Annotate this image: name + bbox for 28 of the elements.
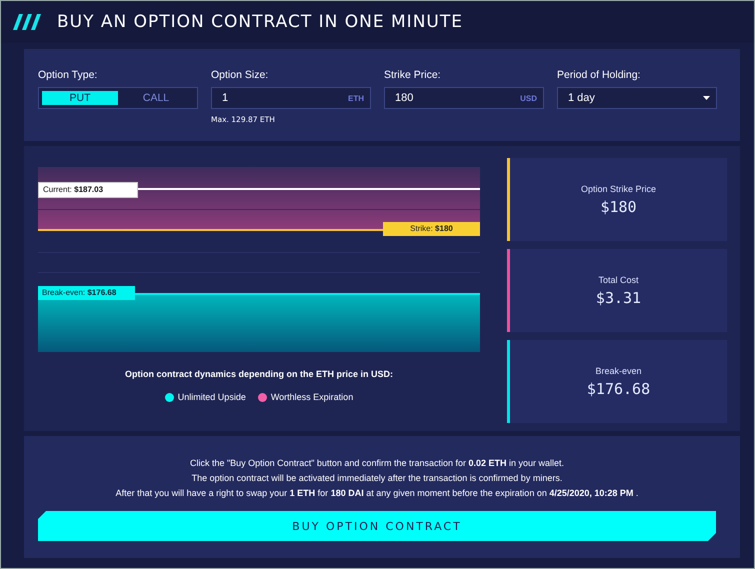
period-dropdown[interactable]: 1 day: [557, 87, 717, 109]
page-title: BUY AN OPTION CONTRACT IN ONE MINUTE: [57, 12, 463, 32]
break-even-tag: Break-even: $176.68: [38, 286, 135, 300]
option-type-button[interactable]: PUT: [42, 91, 118, 105]
legend-label: Worthless Expiration: [270, 392, 354, 402]
card-value: $176.68: [586, 380, 650, 398]
instruction-text: The option contract will be activated immediately after the transaction is confirmed by miners.: [192, 472, 562, 485]
current-price-tag: Current: $187.03: [38, 182, 138, 198]
caret-icon: [703, 96, 710, 100]
card-value: $3.31: [596, 288, 642, 306]
input-field[interactable]: 1 ETH: [211, 87, 371, 109]
field-label: Period of Holding:: [557, 69, 640, 81]
field-label: Option Type:: [38, 69, 98, 81]
card-label: Option Strike Price: [580, 184, 656, 194]
field-label: Option Size:: [211, 69, 268, 81]
card-value: $180: [600, 198, 637, 216]
instruction-text: Click the "Buy Option Contract" button and confirm the transaction for 0.02 ETH in your wallet.: [190, 457, 564, 470]
field-label: Strike Price:: [384, 69, 441, 81]
legend-label: Unlimited Upside: [178, 392, 246, 402]
slashes-icon: [13, 14, 43, 30]
option-type-button[interactable]: CALL: [118, 91, 194, 105]
instruction-text: After that you will have a right to swap your 1 ETH for 180 DAI at any given moment before the expiration on 4/25/2020, 10:28 PM .: [116, 487, 638, 500]
chart-caption: Option contract dynamics depending on the ETH price in USD:: [124, 369, 394, 379]
card-label: Total Cost: [598, 274, 639, 284]
card-label: Break-even: [595, 366, 642, 376]
buy-button[interactable]: BUY OPTION CONTRACT: [38, 511, 716, 541]
strike-price-tag: Strike: $180: [383, 222, 480, 236]
input-field[interactable]: 180 USD: [384, 87, 544, 109]
